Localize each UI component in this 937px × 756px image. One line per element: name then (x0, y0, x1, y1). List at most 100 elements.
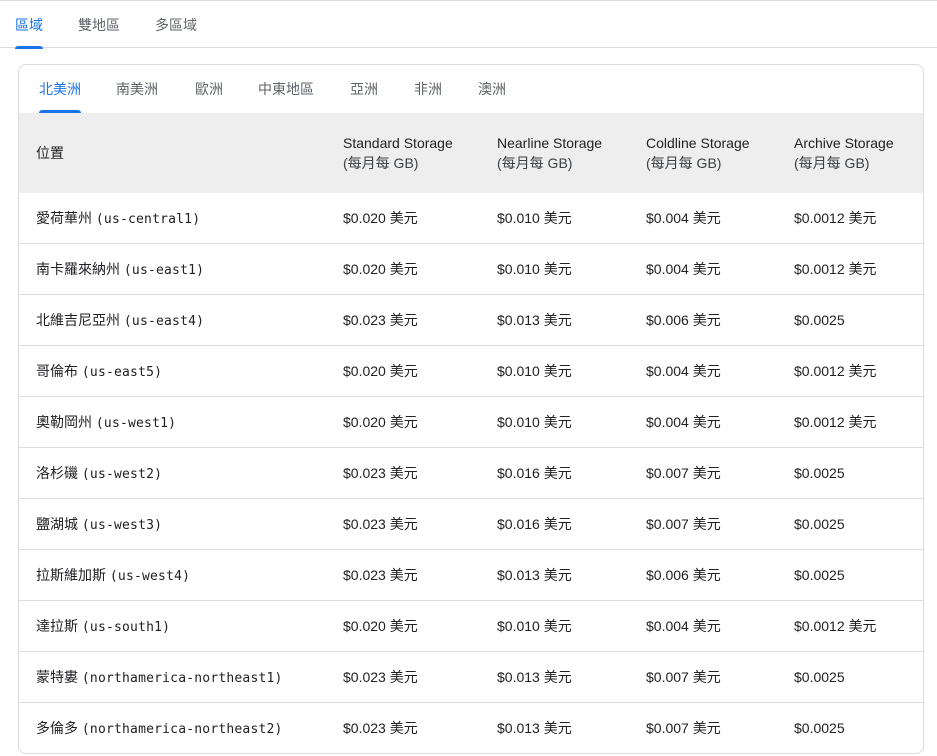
location-cell: 愛荷華州 (us-central1) (19, 193, 343, 244)
continent-tabs: 北美洲 南美洲 歐洲 中東地區 亞洲 非洲 澳洲 (19, 65, 923, 113)
location-cell: 拉斯維加斯 (us-west4) (19, 549, 343, 601)
tab-north-america[interactable]: 北美洲 (39, 65, 81, 113)
location-cell: 北維吉尼亞州 (us-east4) (19, 294, 343, 346)
tab-asia[interactable]: 亞洲 (350, 65, 378, 113)
header-standard-unit: (每月每 GB) (343, 155, 419, 171)
nearline-price: $0.013 美元 (497, 549, 646, 601)
nearline-price: $0.013 美元 (497, 702, 646, 753)
tab-australia[interactable]: 澳洲 (478, 65, 506, 113)
archive-price: $0.0025 (794, 447, 923, 499)
standard-price: $0.023 美元 (343, 498, 497, 550)
archive-price: $0.0012 美元 (794, 396, 923, 448)
coldline-price: $0.004 美元 (646, 600, 794, 652)
nearline-price: $0.010 美元 (497, 243, 646, 295)
location-name: 北維吉尼亞州 (36, 312, 120, 328)
location-name: 洛杉磯 (36, 465, 78, 481)
nearline-price: $0.013 美元 (497, 294, 646, 346)
header-standard-title: Standard Storage (343, 135, 453, 151)
coldline-price: $0.007 美元 (646, 651, 794, 703)
header-archive-unit: (每月每 GB) (794, 155, 870, 171)
archive-price: $0.0025 (794, 651, 923, 703)
standard-price: $0.020 美元 (343, 600, 497, 652)
standard-price: $0.023 美元 (343, 651, 497, 703)
pricing-table: 位置 Standard Storage (每月每 GB) Nearline St… (19, 113, 923, 753)
header-coldline-unit: (每月每 GB) (646, 155, 722, 171)
tab-dual-region[interactable]: 雙地區 (78, 1, 120, 48)
nearline-price: $0.013 美元 (497, 651, 646, 703)
standard-price: $0.023 美元 (343, 702, 497, 753)
standard-price: $0.023 美元 (343, 549, 497, 601)
header-coldline: Coldline Storage (每月每 GB) (646, 113, 794, 193)
header-location: 位置 (36, 145, 64, 161)
location-cell: 南卡羅來納州 (us-east1) (19, 243, 343, 295)
table-row: 哥倫布 (us-east5) $0.020 美元 $0.010 美元 $0.004 美… (19, 345, 923, 397)
archive-price: $0.0012 美元 (794, 600, 923, 652)
standard-price: $0.020 美元 (343, 193, 497, 244)
location-cell: 蒙特婁 (northamerica-northeast1) (19, 651, 343, 703)
table-row: 愛荷華州 (us-central1) $0.020 美元 $0.010 美元 $0.0… (19, 193, 923, 244)
coldline-price: $0.006 美元 (646, 294, 794, 346)
archive-price: $0.0012 美元 (794, 345, 923, 397)
location-cell: 多倫多 (northamerica-northeast2) (19, 702, 343, 753)
location-name: 哥倫布 (36, 363, 78, 379)
archive-price: $0.0025 (794, 294, 923, 346)
coldline-price: $0.004 美元 (646, 345, 794, 397)
coldline-price: $0.007 美元 (646, 702, 794, 753)
location-name: 鹽湖城 (36, 516, 78, 532)
coldline-price: $0.004 美元 (646, 396, 794, 448)
tab-middle-east[interactable]: 中東地區 (258, 65, 314, 113)
archive-price: $0.0012 美元 (794, 193, 923, 244)
location-cell: 哥倫布 (us-east5) (19, 345, 343, 397)
nearline-price: $0.010 美元 (497, 193, 646, 244)
archive-price: $0.0025 (794, 702, 923, 753)
table-row: 拉斯維加斯 (us-west4) $0.023 美元 $0.013 美元 $0.006… (19, 549, 923, 601)
header-coldline-title: Coldline Storage (646, 135, 750, 151)
standard-price: $0.020 美元 (343, 345, 497, 397)
archive-price: $0.0025 (794, 498, 923, 550)
location-code: (us-east1) (123, 263, 205, 278)
location-code: (northamerica-northeast1) (81, 671, 283, 686)
location-code: (us-west1) (95, 416, 177, 431)
location-code: (northamerica-northeast2) (81, 722, 283, 737)
standard-price: $0.023 美元 (343, 294, 497, 346)
standard-price: $0.020 美元 (343, 243, 497, 295)
nearline-price: $0.010 美元 (497, 600, 646, 652)
location-code: (us-west2) (81, 467, 163, 482)
location-name: 達拉斯 (36, 618, 78, 634)
nearline-price: $0.016 美元 (497, 498, 646, 550)
pricing-card: 北美洲 南美洲 歐洲 中東地區 亞洲 非洲 澳洲 位置 Standard Sto… (18, 64, 924, 754)
location-type-tabs: 區域 雙地區 多區域 (0, 0, 937, 49)
nearline-price: $0.010 美元 (497, 396, 646, 448)
coldline-price: $0.007 美元 (646, 498, 794, 550)
nearline-price: $0.016 美元 (497, 447, 646, 499)
table-row: 多倫多 (northamerica-northeast2) $0.023 美元 $0… (19, 702, 923, 753)
tab-south-america[interactable]: 南美洲 (116, 65, 158, 113)
location-code: (us-south1) (81, 620, 171, 635)
table-row: 北維吉尼亞州 (us-east4) $0.023 美元 $0.013 美元 $0.00… (19, 294, 923, 346)
table-header-row: 位置 Standard Storage (每月每 GB) Nearline St… (19, 113, 923, 193)
location-code: (us-east5) (81, 365, 163, 380)
tab-europe[interactable]: 歐洲 (195, 65, 223, 113)
coldline-price: $0.004 美元 (646, 243, 794, 295)
location-name: 奧勒岡州 (36, 414, 92, 430)
archive-price: $0.0025 (794, 549, 923, 601)
tab-africa[interactable]: 非洲 (414, 65, 442, 113)
tab-region[interactable]: 區域 (15, 1, 43, 49)
location-name: 愛荷華州 (36, 210, 92, 226)
header-standard: Standard Storage (每月每 GB) (343, 113, 497, 193)
location-code: (us-central1) (95, 212, 201, 227)
location-name: 蒙特婁 (36, 669, 78, 685)
location-cell: 達拉斯 (us-south1) (19, 600, 343, 652)
header-nearline-unit: (每月每 GB) (497, 155, 573, 171)
coldline-price: $0.004 美元 (646, 193, 794, 244)
header-archive: Archive Storage (每月每 GB) (794, 113, 923, 193)
tab-multi-region[interactable]: 多區域 (155, 1, 197, 48)
table-row: 鹽湖城 (us-west3) $0.023 美元 $0.016 美元 $0.007 美… (19, 498, 923, 550)
location-code: (us-east4) (123, 314, 205, 329)
table-row: 洛杉磯 (us-west2) $0.023 美元 $0.016 美元 $0.007 美… (19, 447, 923, 499)
coldline-price: $0.007 美元 (646, 447, 794, 499)
header-nearline: Nearline Storage (每月每 GB) (497, 113, 646, 193)
location-name: 多倫多 (36, 720, 78, 736)
location-code: (us-west4) (109, 569, 191, 584)
standard-price: $0.020 美元 (343, 396, 497, 448)
